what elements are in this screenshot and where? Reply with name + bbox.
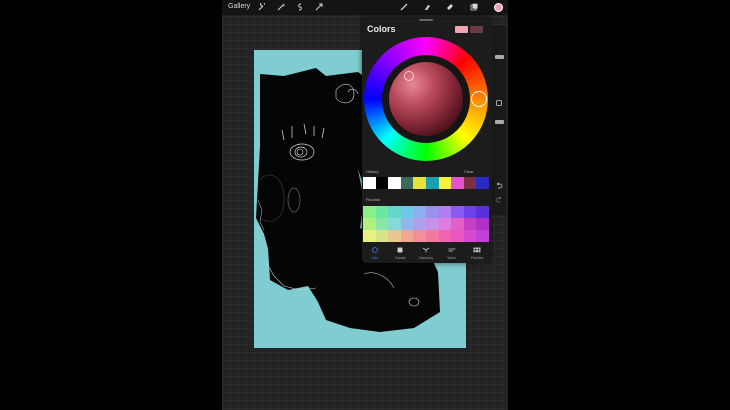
saturation-disc[interactable] [389,62,463,136]
palette-swatch[interactable] [438,218,452,230]
palette-swatch[interactable] [413,230,426,242]
palette-swatch[interactable] [400,206,414,218]
tab-disc[interactable]: Disc [362,245,388,263]
tab-label: Disc [371,256,379,260]
palette-name: Flourish [366,197,381,202]
palette-swatch[interactable] [413,206,426,218]
hue-ring[interactable] [364,37,488,161]
palette-grid [363,206,489,242]
history-swatch[interactable] [451,177,464,189]
palette-swatch[interactable] [476,206,489,218]
layers-icon[interactable] [470,3,478,11]
palette-swatch[interactable] [375,230,389,242]
panel-title: Colors [367,24,396,34]
colors-panel: Colors History Clear Flourish Disc Classi… [362,17,490,263]
history-swatch[interactable] [363,177,376,189]
tab-label: Classic [394,256,407,260]
tab-label: Value [447,256,456,260]
tab-value[interactable]: Value [439,245,465,263]
opacity-slider[interactable] [495,120,504,124]
transform-icon[interactable] [315,3,323,11]
palette-swatch[interactable] [363,218,376,230]
palette-swatch[interactable] [426,218,439,230]
primary-color-swatch[interactable] [455,26,468,33]
palette-swatch[interactable] [438,206,452,218]
magic-wand-icon[interactable] [277,3,286,11]
history-swatches [363,177,489,189]
palette-swatch[interactable] [375,206,389,218]
brush-icon[interactable] [400,3,408,11]
history-swatch[interactable] [375,177,389,189]
tab-label: Harmony [418,256,434,260]
palette-swatch[interactable] [463,218,477,230]
tab-harmony[interactable]: Harmony [413,245,439,263]
redo-icon[interactable] [495,195,503,203]
harmony-icon [422,247,430,253]
history-swatch[interactable] [438,177,452,189]
history-swatch[interactable] [476,177,489,189]
palette-swatch[interactable] [426,206,439,218]
hue-marker[interactable] [471,91,487,107]
top-toolbar: Gallery [222,0,508,15]
palette-swatch[interactable] [476,230,489,242]
history-label: History [366,169,379,174]
saturation-marker[interactable] [404,71,414,81]
undo-icon[interactable] [495,181,503,189]
disc-icon [371,247,379,253]
palette-swatch[interactable] [363,206,376,218]
palette-swatch[interactable] [438,230,452,242]
gallery-button[interactable]: Gallery [228,3,250,10]
brush-size-slider[interactable] [495,55,504,59]
palettes-icon [473,247,481,253]
wrench-icon[interactable] [258,1,266,11]
panel-grabber[interactable] [419,19,433,21]
palette-swatch[interactable] [375,218,389,230]
palette-swatch[interactable] [451,206,464,218]
value-icon [448,247,456,253]
palette-swatch[interactable] [463,230,477,242]
palette-swatch[interactable] [388,218,401,230]
palette-swatch[interactable] [426,230,439,242]
eraser-icon[interactable] [446,3,454,11]
palette-swatch[interactable] [400,230,414,242]
palette-swatch[interactable] [388,230,401,242]
modify-button-icon[interactable] [495,99,503,107]
secondary-color-swatch[interactable] [470,26,483,33]
palette-swatch[interactable] [451,230,464,242]
palette-swatch[interactable] [400,218,414,230]
palette-swatch[interactable] [451,218,464,230]
history-swatch[interactable] [388,177,401,189]
palette-swatch[interactable] [388,206,401,218]
side-toolbar [492,25,506,215]
selection-icon[interactable] [296,3,304,11]
history-swatch[interactable] [413,177,426,189]
palette-swatch[interactable] [413,218,426,230]
palette-swatch[interactable] [463,206,477,218]
history-swatch[interactable] [425,177,439,189]
tab-palettes[interactable]: Palettes [464,245,490,263]
procreate-screen: Gallery Colors History Clear Flourish Di… [222,0,508,410]
smudge-icon[interactable] [423,3,431,11]
history-swatch[interactable] [463,177,477,189]
color-mode-tabs: Disc Classic Harmony Value Palettes [362,245,490,263]
tab-classic[interactable]: Classic [388,245,414,263]
palette-swatch[interactable] [476,218,489,230]
clear-history-button[interactable]: Clear [464,169,474,174]
tab-label: Palettes [470,256,484,260]
classic-icon [396,247,404,253]
color-button[interactable] [494,3,503,12]
history-swatch[interactable] [400,177,414,189]
palette-swatch[interactable] [363,230,376,242]
